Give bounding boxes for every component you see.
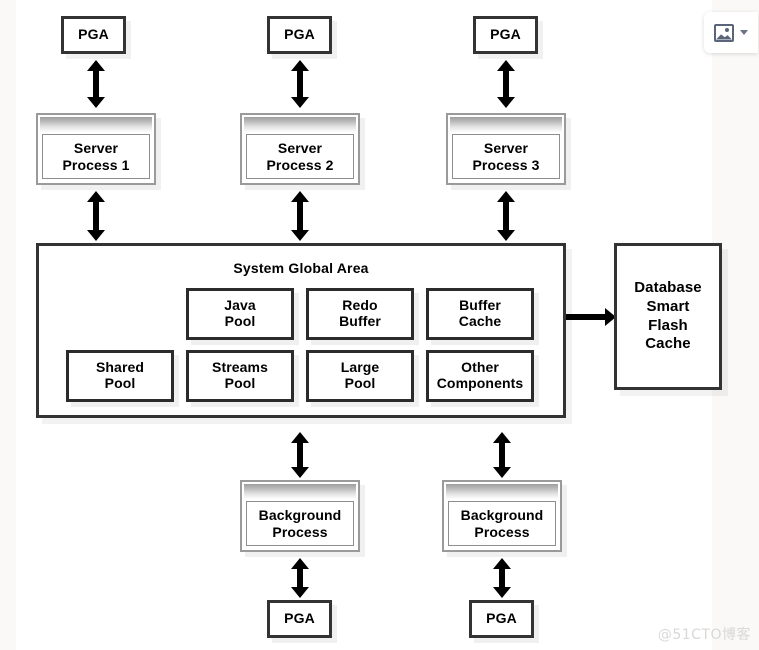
- component-label-line2: Pool: [224, 313, 256, 329]
- component-label-line2: Cache: [458, 313, 502, 329]
- arrow-head-down-pga3-sp3: [497, 97, 515, 108]
- server-process-box-2: Server Process 2: [240, 113, 360, 185]
- flash-cache-line1: Database: [634, 279, 702, 296]
- watermark: @51CTO博客: [657, 627, 751, 643]
- process-label-plate: Background Process: [448, 501, 556, 546]
- process-title-strip: [244, 484, 356, 499]
- image-sun-glyph: [725, 27, 729, 32]
- arrow-head-down-bg2-pga: [493, 587, 511, 598]
- server-process-label-line1: Server: [73, 140, 119, 157]
- screenshot-root: PGA PGA PGA Server Process 1 Server Proc: [0, 0, 759, 650]
- sga-component-streams-pool: Streams Pool: [186, 350, 294, 402]
- arrow-head-up-bg1-pga: [291, 558, 309, 569]
- server-process-label-line2: Process 1: [62, 156, 130, 173]
- arrow-head-down-sp1-sga: [87, 230, 105, 241]
- database-smart-flash-cache-box: Database Smart Flash Cache: [614, 243, 722, 390]
- pga-box-top-3: PGA: [473, 16, 538, 54]
- arrow-head-down-pga2-sp2: [291, 97, 309, 108]
- process-title-strip: [244, 117, 356, 132]
- image-options-card[interactable]: [704, 12, 758, 53]
- background-process-label-line2: Process: [272, 523, 328, 540]
- arrow-head-up-sp2-sga: [291, 191, 309, 202]
- component-label-line2: Buffer: [339, 313, 381, 329]
- pga-label: PGA: [490, 26, 521, 43]
- sga-component-buffer-cache: Buffer Cache: [426, 288, 534, 340]
- pga-label: PGA: [284, 26, 315, 43]
- component-label-line2: Pool: [344, 375, 376, 391]
- arrow-head-down-pga1-sp1: [87, 97, 105, 108]
- component-label-line1: Redo: [342, 297, 378, 314]
- server-process-label-line1: Server: [277, 140, 323, 157]
- process-title-strip: [446, 484, 558, 499]
- process-title-strip: [450, 117, 562, 132]
- background-process-label-line1: Background: [460, 507, 544, 524]
- flash-cache-line3: Flash: [648, 316, 688, 334]
- flash-cache-line2: Smart: [646, 297, 690, 315]
- pga-label: PGA: [78, 26, 109, 43]
- pga-box-bottom-1: PGA: [267, 600, 332, 638]
- image-placeholder-icon[interactable]: [714, 23, 734, 42]
- background-process-label-line1: Background: [258, 507, 342, 524]
- arrow-head-up-bg2-pga: [493, 558, 511, 569]
- server-process-box-1: Server Process 1: [36, 113, 156, 185]
- pga-box-top-2: PGA: [267, 16, 332, 54]
- component-label-line2: Pool: [224, 375, 256, 391]
- component-label-line2: Pool: [104, 375, 136, 391]
- arrow-head-up-sga-bg2: [493, 432, 511, 443]
- server-process-label-line1: Server: [483, 140, 529, 157]
- pga-label: PGA: [486, 610, 517, 627]
- component-label-line1: Java: [224, 297, 256, 314]
- process-label-plate: Server Process 2: [246, 134, 354, 179]
- component-label-line2: Components: [436, 375, 524, 391]
- sga-component-java-pool: Java Pool: [186, 288, 294, 340]
- pga-box-bottom-2: PGA: [469, 600, 534, 638]
- arrow-head-up-sp1-sga: [87, 191, 105, 202]
- image-mountain-glyph: [716, 34, 732, 40]
- pga-label: PGA: [284, 610, 315, 627]
- arrow-head-down-sp3-sga: [497, 230, 515, 241]
- sga-component-other-components: Other Components: [426, 350, 534, 402]
- chevron-down-icon[interactable]: [740, 30, 748, 35]
- sga-title: System Global Area: [233, 260, 369, 276]
- arrow-head-down-bg1-pga: [291, 587, 309, 598]
- server-process-label-line2: Process 2: [266, 156, 334, 173]
- arrow-head-up-pga2-sp2: [291, 60, 309, 71]
- arrow-head-up-pga3-sp3: [497, 60, 515, 71]
- arrow-head-down-sga-bg2: [493, 467, 511, 478]
- process-title-strip: [40, 117, 152, 132]
- component-label-line1: Shared: [95, 359, 145, 376]
- flash-cache-line4: Cache: [645, 335, 691, 353]
- arrow-head-up-sga-bg1: [291, 432, 309, 443]
- background-process-box-1: Background Process: [240, 480, 360, 552]
- diagram-canvas: PGA PGA PGA Server Process 1 Server Proc: [16, 0, 722, 650]
- component-label-line1: Large: [340, 359, 380, 376]
- arrow-head-down-sga-bg1: [291, 467, 309, 478]
- component-label-line1: Other: [461, 359, 499, 376]
- sga-component-large-pool: Large Pool: [306, 350, 414, 402]
- sga-component-redo-buffer: Redo Buffer: [306, 288, 414, 340]
- background-process-label-line2: Process: [474, 523, 530, 540]
- pga-box-top-1: PGA: [61, 16, 126, 54]
- server-process-box-3: Server Process 3: [446, 113, 566, 185]
- sga-component-shared-pool: Shared Pool: [66, 350, 174, 402]
- process-label-plate: Server Process 1: [42, 134, 150, 179]
- background-process-box-2: Background Process: [442, 480, 562, 552]
- component-label-line1: Streams: [212, 359, 268, 376]
- arrow-head-up-pga1-sp1: [87, 60, 105, 71]
- component-label-line1: Buffer: [459, 297, 501, 314]
- server-process-label-line2: Process 3: [472, 156, 540, 173]
- process-label-plate: Server Process 3: [452, 134, 560, 179]
- process-label-plate: Background Process: [246, 501, 354, 546]
- arrow-head-up-sp3-sga: [497, 191, 515, 202]
- arrow-head-down-sp2-sga: [291, 230, 309, 241]
